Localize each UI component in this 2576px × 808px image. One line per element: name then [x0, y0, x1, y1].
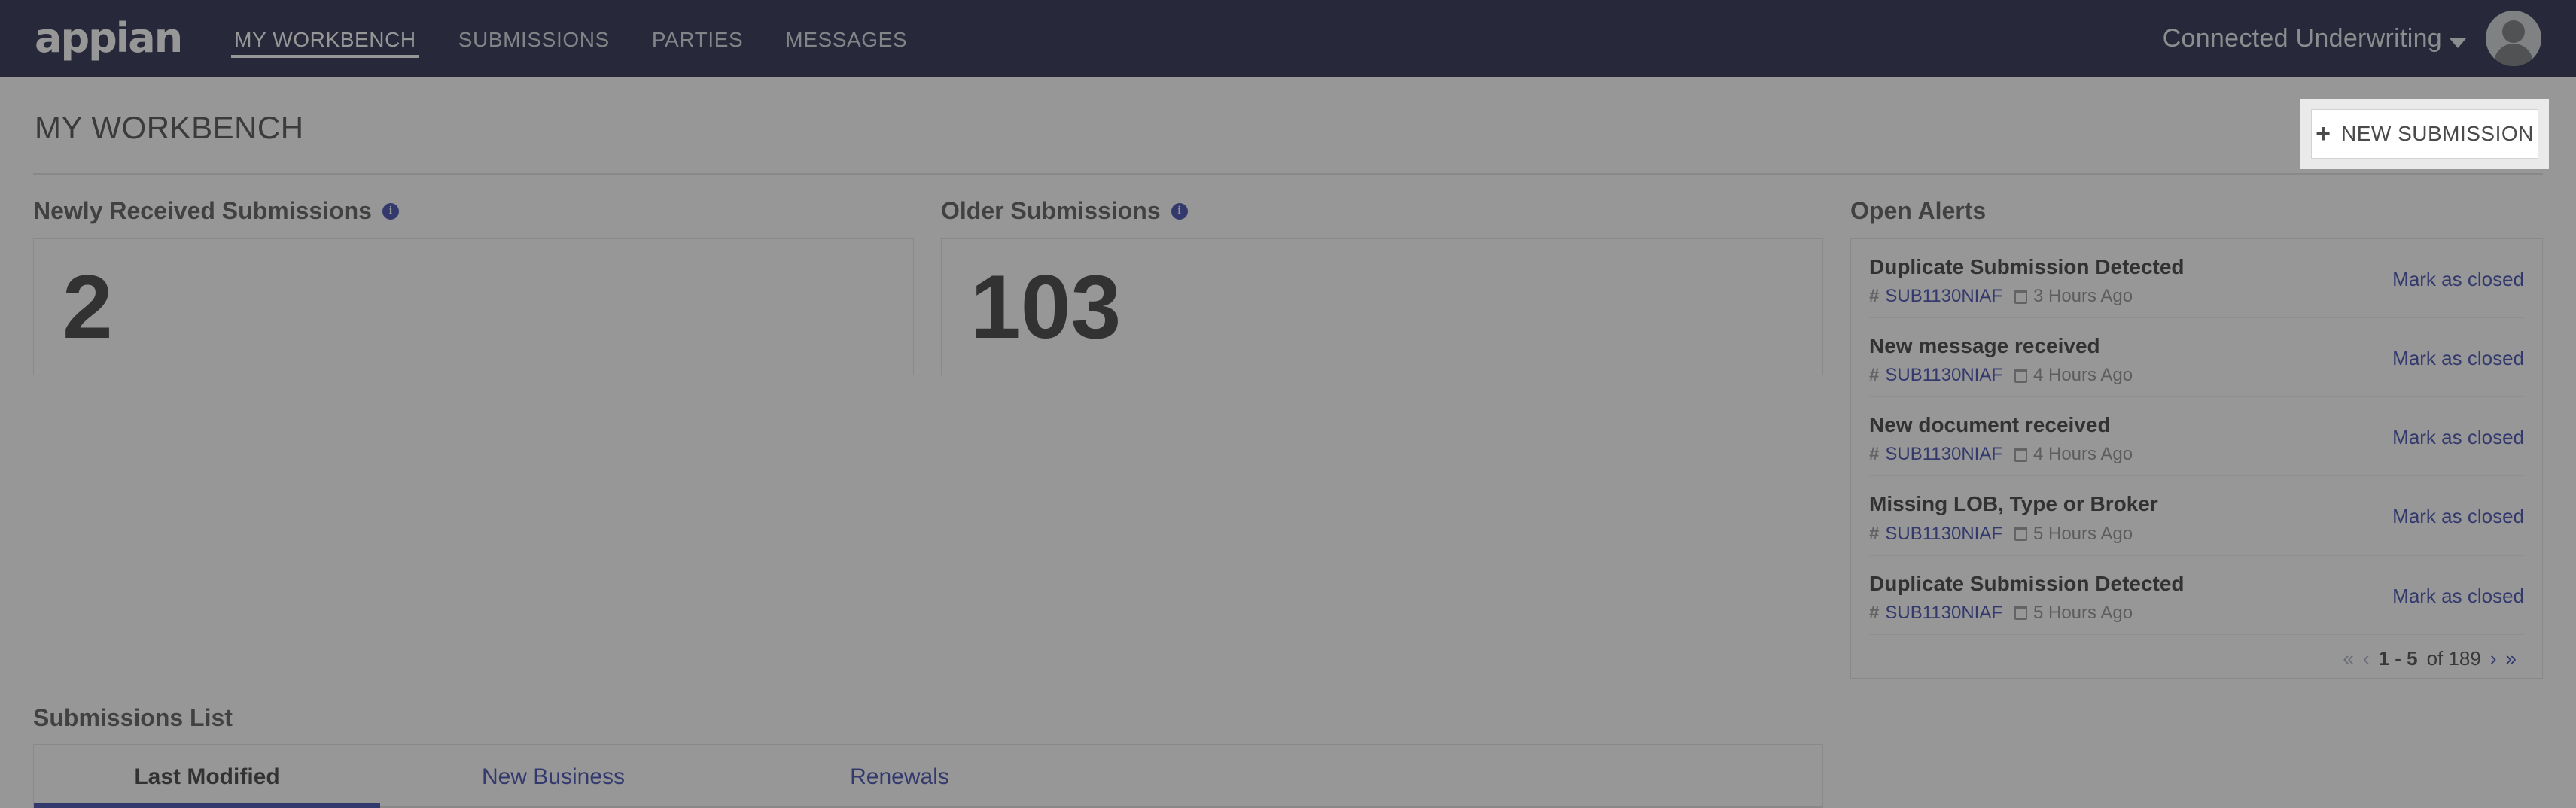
plus-icon: + — [2316, 120, 2331, 148]
new-submission-label: NEW SUBMISSION — [2340, 122, 2534, 145]
new-submission-highlight-panel: + NEW SUBMISSION — [2300, 99, 2549, 169]
new-submission-button[interactable]: + NEW SUBMISSION — [2311, 109, 2538, 159]
modal-overlay-scrim — [0, 0, 2576, 808]
